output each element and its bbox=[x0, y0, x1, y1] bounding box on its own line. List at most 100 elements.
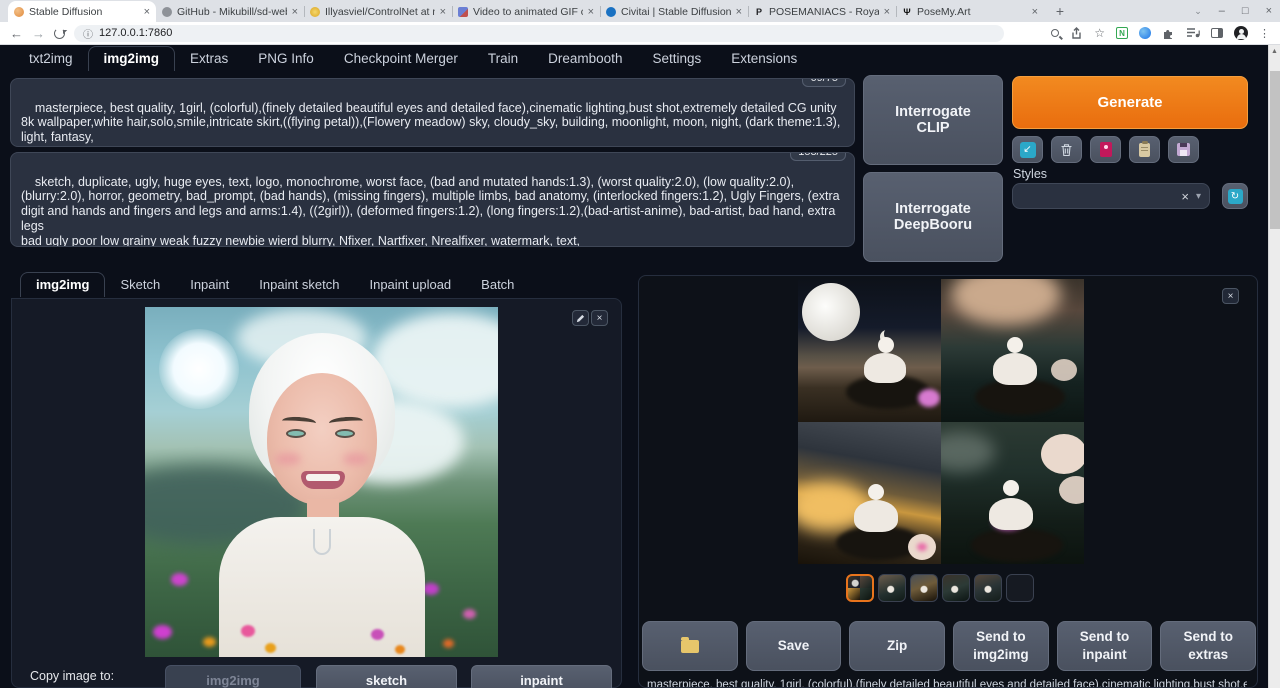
refresh-styles-button[interactable]: ↻ bbox=[1222, 183, 1248, 209]
window-controls: ⌄ – □ × bbox=[1194, 0, 1272, 22]
extra-networks-button[interactable] bbox=[1090, 136, 1121, 163]
tab-img2img-mode[interactable]: img2img bbox=[20, 272, 105, 297]
browser-tab-stable-diffusion[interactable]: Stable Diffusion × bbox=[8, 1, 156, 22]
thumbnail-1[interactable] bbox=[846, 574, 874, 602]
tab-title: Stable Diffusion bbox=[29, 6, 139, 18]
img2img-source-image[interactable] bbox=[145, 307, 498, 657]
apply-styles-button[interactable] bbox=[1129, 136, 1160, 163]
tab-img2img[interactable]: img2img bbox=[88, 46, 176, 71]
blue-extension-icon[interactable] bbox=[1139, 27, 1151, 39]
scrollbar-thumb[interactable] bbox=[1270, 71, 1280, 229]
side-panel-icon[interactable] bbox=[1211, 28, 1223, 38]
reload-icon[interactable] bbox=[54, 28, 65, 39]
browser-tab-posemaniacs[interactable]: P POSEMANIACS - Royalty free 3 × bbox=[748, 1, 896, 22]
window-close-icon[interactable]: × bbox=[1266, 5, 1272, 17]
interrogate-clip-button[interactable]: Interrogate CLIP bbox=[863, 75, 1003, 165]
output-image-4[interactable] bbox=[941, 422, 1084, 565]
extensions-puzzle-icon[interactable] bbox=[1162, 27, 1175, 40]
tab-png-info[interactable]: PNG Info bbox=[243, 47, 329, 71]
back-icon[interactable]: ← bbox=[10, 27, 23, 40]
tab-dreambooth[interactable]: Dreambooth bbox=[533, 47, 637, 71]
output-image-grid[interactable] bbox=[798, 279, 1084, 564]
chevron-down-icon[interactable]: ▾ bbox=[1196, 191, 1201, 202]
address-bar[interactable]: ⓘ 127.0.0.1:7860 bbox=[74, 25, 1004, 42]
styles-clear-icon[interactable]: × bbox=[1181, 189, 1189, 204]
zoom-icon[interactable] bbox=[1051, 29, 1059, 37]
send-to-extras-button[interactable]: Send to extras bbox=[1160, 621, 1256, 671]
browser-tab-controlnet[interactable]: Illyasviel/ControlNet at main × bbox=[304, 1, 452, 22]
prompt-token-counter: 69/75 bbox=[802, 78, 846, 87]
controlnet-favicon bbox=[310, 7, 320, 17]
bookmark-star-icon[interactable]: ☆ bbox=[1094, 26, 1105, 40]
minimize-icon[interactable]: – bbox=[1219, 5, 1225, 17]
tab-search-chevron-icon[interactable]: ⌄ bbox=[1194, 6, 1202, 17]
tab-sketch[interactable]: Sketch bbox=[105, 273, 175, 297]
thumbnail-5[interactable] bbox=[974, 574, 1002, 602]
tab-close-icon[interactable]: × bbox=[736, 6, 742, 18]
browser-tab-gif-converter[interactable]: Video to animated GIF converter × bbox=[452, 1, 600, 22]
send-to-img2img-button[interactable]: Send to img2img bbox=[953, 621, 1049, 671]
thumbnail-3[interactable] bbox=[910, 574, 938, 602]
thumbnail-6[interactable] bbox=[1006, 574, 1034, 602]
reading-list-icon[interactable] bbox=[1186, 27, 1200, 39]
output-image-2[interactable] bbox=[941, 279, 1084, 422]
gallery-close-button[interactable]: × bbox=[1222, 288, 1239, 304]
share-icon[interactable] bbox=[1070, 27, 1083, 40]
copy-to-img2img-button[interactable]: img2img bbox=[165, 665, 301, 688]
forward-icon[interactable]: → bbox=[32, 27, 45, 40]
profile-avatar[interactable] bbox=[1234, 26, 1248, 40]
generate-button[interactable]: Generate bbox=[1012, 76, 1248, 129]
copy-to-sketch-button[interactable]: sketch bbox=[316, 665, 457, 688]
prompt-input[interactable]: masterpiece, best quality, 1girl, (color… bbox=[10, 78, 855, 147]
pencil-icon bbox=[576, 314, 585, 323]
output-image-3[interactable] bbox=[798, 422, 941, 565]
tab-close-icon[interactable]: × bbox=[440, 6, 446, 18]
posemyart-favicon: Ψ bbox=[902, 7, 912, 17]
tab-title: PoseMy.Art bbox=[917, 6, 1027, 18]
tab-extras[interactable]: Extras bbox=[175, 47, 243, 71]
send-to-inpaint-button[interactable]: Send to inpaint bbox=[1057, 621, 1153, 671]
tab-close-icon[interactable]: × bbox=[292, 6, 298, 18]
trash-icon bbox=[1060, 143, 1073, 157]
copy-to-inpaint-button[interactable]: inpaint bbox=[471, 665, 612, 688]
browser-tab-civitai[interactable]: Civitai | Stable Diffusion model × bbox=[600, 1, 748, 22]
tab-extensions[interactable]: Extensions bbox=[716, 47, 812, 71]
notion-extension-icon[interactable]: N bbox=[1116, 27, 1128, 39]
site-info-icon[interactable]: ⓘ bbox=[83, 26, 93, 41]
tab-inpaint[interactable]: Inpaint bbox=[175, 273, 244, 297]
remove-image-button[interactable]: × bbox=[591, 310, 608, 326]
thumbnail-4[interactable] bbox=[942, 574, 970, 602]
output-image-1[interactable] bbox=[798, 279, 941, 422]
maximize-icon[interactable]: □ bbox=[1242, 5, 1249, 17]
styles-label: Styles bbox=[1013, 167, 1047, 181]
zip-button[interactable]: Zip bbox=[849, 621, 945, 671]
scroll-up-arrow[interactable]: ▲ bbox=[1271, 48, 1278, 55]
tab-close-icon[interactable]: × bbox=[588, 6, 594, 18]
open-folder-button[interactable] bbox=[642, 621, 738, 671]
tab-txt2img[interactable]: txt2img bbox=[14, 47, 88, 71]
negative-prompt-input[interactable]: sketch, duplicate, ugly, huge eyes, text… bbox=[10, 152, 855, 247]
thumbnail-2[interactable] bbox=[878, 574, 906, 602]
new-tab-button[interactable]: + bbox=[1050, 2, 1070, 22]
browser-tab-github[interactable]: GitHub - Mikubill/sd-webui-con × bbox=[156, 1, 304, 22]
tab-train[interactable]: Train bbox=[473, 47, 533, 71]
save-button[interactable]: Save bbox=[746, 621, 842, 671]
tab-batch[interactable]: Batch bbox=[466, 273, 529, 297]
tab-inpaint-sketch[interactable]: Inpaint sketch bbox=[244, 273, 354, 297]
page-scrollbar[interactable]: ▲ bbox=[1268, 45, 1280, 688]
tab-inpaint-upload[interactable]: Inpaint upload bbox=[354, 273, 466, 297]
tab-checkpoint-merger[interactable]: Checkpoint Merger bbox=[329, 47, 473, 71]
browser-menu-icon[interactable]: ⋮ bbox=[1259, 27, 1270, 40]
interrogate-deepbooru-button[interactable]: Interrogate DeepBooru bbox=[863, 172, 1003, 262]
save-style-button[interactable] bbox=[1168, 136, 1199, 163]
tab-close-icon[interactable]: × bbox=[144, 6, 150, 18]
paste-generation-params-button[interactable]: ↙ bbox=[1012, 136, 1043, 163]
tab-settings[interactable]: Settings bbox=[637, 47, 716, 71]
tab-close-icon[interactable]: × bbox=[884, 6, 890, 18]
clear-prompt-button[interactable] bbox=[1051, 136, 1082, 163]
browser-tab-posemyart[interactable]: Ψ PoseMy.Art × bbox=[896, 1, 1044, 22]
edit-image-button[interactable] bbox=[572, 310, 589, 326]
tab-close-icon[interactable]: × bbox=[1032, 6, 1038, 18]
styles-dropdown[interactable]: × ▾ bbox=[1012, 183, 1210, 209]
tab-title: Video to animated GIF converter bbox=[473, 6, 583, 18]
